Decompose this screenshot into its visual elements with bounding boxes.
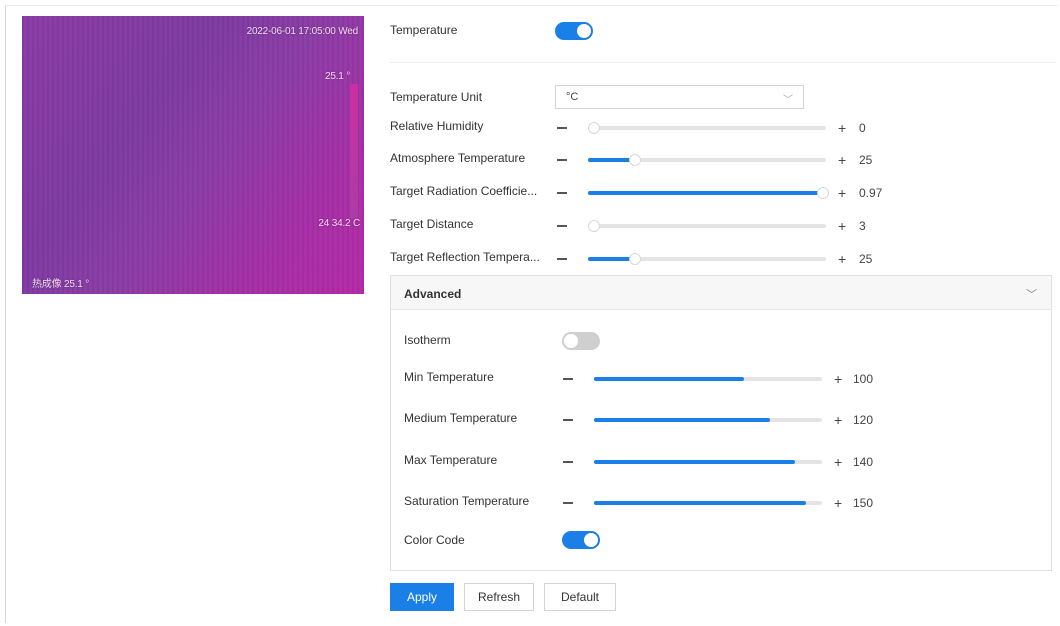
isotherm-toggle[interactable] xyxy=(562,332,600,350)
slider-track[interactable] xyxy=(588,187,829,199)
slider-value: 0 xyxy=(859,121,866,135)
increment-button[interactable]: + xyxy=(838,121,846,135)
slider-track[interactable] xyxy=(588,220,826,232)
slider-value: 140 xyxy=(853,455,874,469)
slider-value: 3 xyxy=(859,219,866,233)
increment-button[interactable]: + xyxy=(838,186,846,200)
isotherm-label: Isotherm xyxy=(404,333,451,347)
slider-value: 100 xyxy=(853,372,874,386)
color-code-toggle[interactable] xyxy=(562,531,600,549)
toggle-knob xyxy=(564,334,578,348)
slider-fill xyxy=(594,501,806,505)
slider-track[interactable] xyxy=(594,418,822,422)
slider-fill xyxy=(594,377,744,381)
slider-track[interactable] xyxy=(588,154,826,166)
increment-button[interactable]: + xyxy=(838,252,846,266)
slider-value: 120 xyxy=(853,413,874,427)
decrement-button[interactable] xyxy=(557,127,567,129)
slider-fill xyxy=(594,418,770,422)
slider-value: 150 xyxy=(853,496,874,510)
osd-timestamp: 2022-06-01 17:05:00 Wed xyxy=(246,26,359,37)
decrement-button[interactable] xyxy=(563,461,573,463)
slider-label: Relative Humidity xyxy=(390,119,484,133)
temperature-toggle[interactable] xyxy=(555,22,593,40)
slider-thumb[interactable] xyxy=(588,220,600,232)
slider-track[interactable] xyxy=(588,122,826,134)
decrement-button[interactable] xyxy=(563,419,573,421)
increment-button[interactable]: + xyxy=(834,372,842,386)
increment-button[interactable]: + xyxy=(834,496,842,510)
slider-fill xyxy=(588,158,631,162)
advanced-header[interactable]: Advanced ﹀ xyxy=(391,276,1051,310)
slider-track[interactable] xyxy=(594,460,822,464)
slider-thumb[interactable] xyxy=(817,187,829,199)
refresh-button[interactable]: Refresh xyxy=(464,583,534,611)
slider-label: Target Distance xyxy=(390,217,474,231)
toggle-knob xyxy=(584,533,598,547)
slider-label: Min Temperature xyxy=(404,370,494,384)
slider-track[interactable] xyxy=(588,253,826,265)
slider-track[interactable] xyxy=(594,377,822,381)
slider-track[interactable] xyxy=(594,501,822,505)
decrement-button[interactable] xyxy=(563,378,573,380)
temperature-colorbar xyxy=(350,84,358,219)
temperature-label: Temperature xyxy=(390,23,458,37)
slider-thumb[interactable] xyxy=(629,253,641,265)
thermal-preview: 2022-06-01 17:05:00 Wed 25.1 ° 24 34.2 C… xyxy=(22,16,364,294)
decrement-button[interactable] xyxy=(557,159,567,161)
temperature-unit-label: Temperature Unit xyxy=(390,90,483,104)
decrement-button[interactable] xyxy=(557,258,567,260)
slider-fill xyxy=(588,191,819,195)
decrement-button[interactable] xyxy=(557,192,567,194)
osd-max-temperature: 25.1 ° xyxy=(324,71,350,82)
osd-min-temperature: 24 34.2 C xyxy=(318,218,360,229)
temperature-unit-select[interactable]: °C ﹀ xyxy=(555,85,804,109)
decrement-button[interactable] xyxy=(557,225,567,227)
temperature-unit-value: °C xyxy=(566,91,579,103)
toggle-knob xyxy=(577,24,591,38)
apply-button[interactable]: Apply xyxy=(390,583,454,611)
slider-value: 25 xyxy=(859,153,873,167)
increment-button[interactable]: + xyxy=(838,219,846,233)
slider-label: Saturation Temperature xyxy=(404,494,530,508)
slider-label: Atmosphere Temperature xyxy=(390,151,526,165)
slider-fill xyxy=(588,257,631,261)
slider-label: Max Temperature xyxy=(404,453,498,467)
decrement-button[interactable] xyxy=(563,502,573,504)
color-code-label: Color Code xyxy=(404,533,465,547)
slider-thumb[interactable] xyxy=(588,122,600,134)
section-divider xyxy=(390,62,1056,63)
advanced-title: Advanced xyxy=(404,287,462,301)
increment-button[interactable]: + xyxy=(838,153,846,167)
chevron-down-icon: ﹀ xyxy=(783,95,793,106)
slider-value: 0.97 xyxy=(859,186,883,200)
default-button[interactable]: Default xyxy=(544,583,616,611)
slider-label: Target Radiation Coefficie... xyxy=(390,184,538,198)
slider-label: Target Reflection Tempera... xyxy=(390,250,540,264)
slider-thumb[interactable] xyxy=(629,154,641,166)
chevron-down-icon: ﹀ xyxy=(1026,289,1037,301)
osd-point-label: 热成像 25.1 ° xyxy=(32,279,90,290)
preview-texture xyxy=(22,16,364,294)
slider-fill xyxy=(594,460,795,464)
increment-button[interactable]: + xyxy=(834,413,842,427)
slider-label: Medium Temperature xyxy=(404,411,518,425)
slider-value: 25 xyxy=(859,252,873,266)
increment-button[interactable]: + xyxy=(834,455,842,469)
